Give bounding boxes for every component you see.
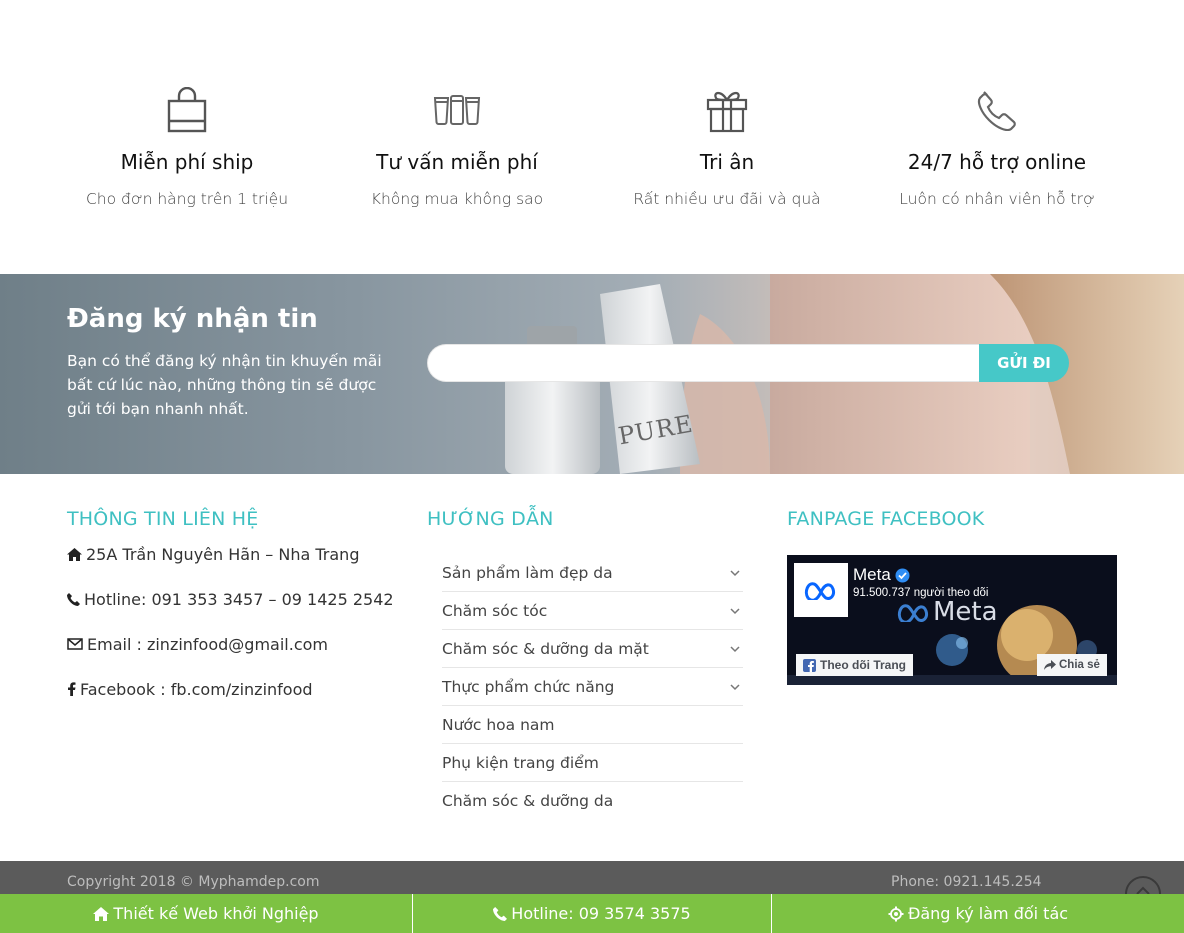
envelope-icon: [67, 638, 83, 650]
copyright-text: Copyright 2018 © Myphamdep.com: [67, 874, 320, 890]
home-icon: [93, 906, 110, 921]
hotline-label: Hotline: 09 3574 3575: [511, 904, 691, 923]
feature-desc: Luôn có nhân viên hỗ trợ: [899, 190, 1095, 208]
guide-item[interactable]: Phụ kiện trang điểm: [442, 744, 743, 782]
newsletter-form: GỬI ĐI: [427, 344, 1069, 382]
features-section: Miễn phí ship Cho đơn hàng trên 1 triệu …: [52, 86, 1132, 208]
chevron-down-icon[interactable]: [729, 569, 741, 577]
feature-title: Tri ân: [699, 150, 755, 174]
gear-icon: [888, 906, 904, 921]
phone-icon: [862, 86, 1132, 134]
newsletter-section: Đăng ký nhận tin Bạn có thể đăng ký nhận…: [0, 274, 1184, 474]
gift-icon: [592, 86, 862, 134]
email-text[interactable]: Email : zinzinfood@gmail.com: [87, 635, 328, 654]
feature-title: Tư vấn miễn phí: [376, 150, 538, 174]
follow-page-button[interactable]: Theo dõi Trang: [796, 654, 913, 676]
web-design-link[interactable]: Thiết kế Web khởi Nghiệp: [0, 894, 413, 933]
fanpage-cover-wordmark: Meta: [897, 597, 998, 627]
contact-hotline: Hotline: 091 353 3457 – 09 1425 2542: [67, 588, 397, 610]
hotline-link[interactable]: Hotline: 09 3574 3575: [413, 894, 772, 933]
guide-item-label: Thực phẩm chức năng: [442, 677, 615, 696]
follow-page-label: Theo dõi Trang: [820, 658, 906, 672]
verified-badge-icon: [895, 568, 910, 582]
facebook-icon: [68, 682, 76, 696]
phone-icon: [67, 592, 80, 606]
copyright-bar: Copyright 2018 © Myphamdep.com Phone: 09…: [0, 861, 1184, 894]
feature-title: 24/7 hỗ trợ online: [907, 150, 1087, 174]
guide-item-label: Chăm sóc & dưỡng da mặt: [442, 639, 649, 658]
share-label: Chia sẻ: [1059, 659, 1100, 671]
facebook-icon: [803, 658, 816, 672]
fanpage-followers: 91.500.737 người theo dõi: [853, 587, 989, 599]
fanpage-title: FANPAGE FACEBOOK: [787, 508, 985, 530]
feature-free-consult: Tư vấn miễn phí Không mua không sao: [322, 86, 592, 208]
guide-item[interactable]: Chăm sóc & dưỡng da mặt: [442, 630, 743, 668]
partner-signup-link[interactable]: Đăng ký làm đối tác: [772, 894, 1184, 933]
shopping-bag-icon: [52, 86, 322, 134]
feature-desc: Cho đơn hàng trên 1 triệu: [85, 190, 289, 208]
bottom-action-bar: Thiết kế Web khởi Nghiệp Hotline: 09 357…: [0, 894, 1184, 933]
newsletter-title: Đăng ký nhận tin: [67, 304, 318, 334]
chevron-down-icon[interactable]: [729, 683, 741, 691]
feature-support: 24/7 hỗ trợ online Luôn có nhân viên hỗ …: [862, 86, 1132, 208]
feature-free-ship: Miễn phí ship Cho đơn hàng trên 1 triệu: [52, 86, 322, 208]
chevron-down-icon[interactable]: [729, 645, 741, 653]
facebook-page-widget[interactable]: Meta Meta 91.500.737 người theo dõi Theo…: [787, 555, 1117, 685]
partner-signup-label: Đăng ký làm đối tác: [907, 904, 1069, 923]
newsletter-submit-button[interactable]: GỬI ĐI: [979, 344, 1069, 382]
facebook-text[interactable]: Facebook : fb.com/zinzinfood: [80, 680, 313, 699]
share-icon: [1044, 660, 1056, 670]
home-icon: [67, 547, 82, 561]
guide-title: HƯỚNG DẪN: [427, 508, 554, 530]
guide-item[interactable]: Thực phẩm chức năng: [442, 668, 743, 706]
guide-item[interactable]: Sản phẩm làm đẹp da: [442, 554, 743, 592]
share-button[interactable]: Chia sẻ: [1037, 654, 1107, 676]
guide-item-label: Phụ kiện trang điểm: [442, 753, 599, 772]
guide-column: HƯỚNG DẪN Sản phẩm làm đẹp da Chăm sóc t…: [427, 508, 743, 820]
address-text: 25A Trần Nguyên Hãn – Nha Trang: [86, 544, 360, 564]
feature-gratitude: Tri ân Rất nhiều ưu đãi và quà: [592, 86, 862, 208]
phone-icon: [493, 906, 508, 921]
feature-desc: Rất nhiều ưu đãi và quà: [633, 190, 821, 208]
contact-facebook: Facebook : fb.com/zinzinfood: [67, 678, 397, 700]
guide-item-label: Chăm sóc & dưỡng da: [442, 792, 614, 810]
footer-phone: Phone: 0921.145.254: [891, 874, 1042, 890]
bottles-icon: [322, 86, 592, 134]
feature-desc: Không mua không sao: [370, 190, 544, 208]
web-design-label: Thiết kế Web khởi Nghiệp: [113, 904, 319, 923]
meta-logo-icon: [897, 604, 928, 622]
feature-title: Miễn phí ship: [120, 150, 254, 174]
guide-item-label: Sản phẩm làm đẹp da: [442, 563, 613, 582]
contact-title: THÔNG TIN LIÊN HỆ: [67, 508, 259, 530]
fanpage-name-row: Meta: [853, 565, 910, 585]
meta-logo-icon: [804, 582, 835, 600]
contact-column: THÔNG TIN LIÊN HỆ 25A Trần Nguyên Hãn – …: [67, 508, 397, 700]
contact-email: Email : zinzinfood@gmail.com: [67, 633, 397, 655]
guide-item-label: Nước hoa nam: [442, 715, 555, 734]
fanpage-name[interactable]: Meta: [853, 565, 891, 585]
fanpage-cover-text: Meta: [933, 597, 998, 627]
newsletter-desc: Bạn có thể đăng ký nhận tin khuyến mãi b…: [67, 352, 382, 418]
newsletter-email-input[interactable]: [427, 344, 979, 382]
hotline-text[interactable]: Hotline: 091 353 3457 – 09 1425 2542: [84, 590, 394, 609]
chevron-down-icon[interactable]: [729, 607, 741, 615]
fanpage-column: FANPAGE FACEBOOK Meta Meta 91.500.737 ng…: [787, 508, 1117, 685]
guide-menu: Sản phẩm làm đẹp da Chăm sóc tóc Chăm só…: [442, 554, 743, 820]
contact-address: 25A Trần Nguyên Hãn – Nha Trang: [67, 543, 397, 565]
guide-item-label: Chăm sóc tóc: [442, 601, 548, 620]
guide-item[interactable]: Chăm sóc & dưỡng da: [442, 782, 743, 820]
guide-item[interactable]: Nước hoa nam: [442, 706, 743, 744]
guide-item[interactable]: Chăm sóc tóc: [442, 592, 743, 630]
fanpage-avatar[interactable]: [794, 563, 848, 617]
